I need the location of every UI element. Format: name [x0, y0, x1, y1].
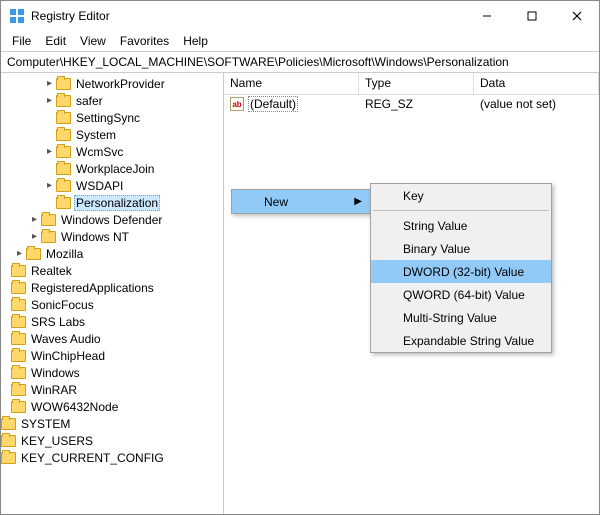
tree-node[interactable]: WinRAR: [1, 381, 223, 398]
menu-favorites[interactable]: Favorites: [113, 32, 176, 50]
tree-node[interactable]: WinChipHead: [1, 347, 223, 364]
tree-node[interactable]: ▸Windows NT: [1, 228, 223, 245]
context-menu: New ▶: [231, 189, 371, 214]
tree-node[interactable]: KEY_CURRENT_CONFIG: [1, 449, 223, 466]
folder-icon: [1, 435, 16, 447]
context-item-new[interactable]: New ▶: [232, 190, 370, 213]
tree-node[interactable]: WorkplaceJoin: [1, 160, 223, 177]
submenu-key[interactable]: Key: [371, 184, 551, 207]
folder-icon: [41, 214, 56, 226]
tree-node[interactable]: SRS Labs: [1, 313, 223, 330]
submenu-binary[interactable]: Binary Value: [371, 237, 551, 260]
value-data: (value not set): [474, 97, 599, 111]
submenu-qword[interactable]: QWORD (64-bit) Value: [371, 283, 551, 306]
chevron-right-icon[interactable]: ▸: [13, 248, 26, 259]
folder-icon: [11, 265, 26, 277]
address-text: Computer\HKEY_LOCAL_MACHINE\SOFTWARE\Pol…: [7, 55, 509, 69]
tree-node[interactable]: System: [1, 126, 223, 143]
tree-node-selected[interactable]: Personalization: [1, 194, 223, 211]
folder-icon: [11, 299, 26, 311]
tree-node[interactable]: ▸NetworkProvider: [1, 75, 223, 92]
context-label: New: [264, 195, 288, 209]
chevron-right-icon: ▶: [354, 196, 362, 207]
column-headers: Name Type Data: [224, 73, 599, 95]
folder-icon: [56, 197, 71, 209]
column-type[interactable]: Type: [359, 73, 474, 94]
folder-icon: [56, 112, 71, 124]
folder-icon: [11, 350, 26, 362]
menubar: File Edit View Favorites Help: [1, 31, 599, 51]
folder-icon: [1, 452, 16, 464]
window-title: Registry Editor: [31, 9, 110, 23]
value-type: REG_SZ: [359, 97, 474, 111]
titlebar: Registry Editor: [1, 1, 599, 31]
folder-icon: [11, 401, 26, 413]
folder-icon: [11, 367, 26, 379]
folder-icon: [11, 333, 26, 345]
folder-icon: [11, 316, 26, 328]
folder-icon: [56, 78, 71, 90]
submenu-multistring[interactable]: Multi-String Value: [371, 306, 551, 329]
submenu-expandstring[interactable]: Expandable String Value: [371, 329, 551, 352]
chevron-right-icon[interactable]: ▸: [43, 95, 56, 106]
tree-node[interactable]: ▸Mozilla: [1, 245, 223, 262]
tree-node[interactable]: RegisteredApplications: [1, 279, 223, 296]
tree-node[interactable]: SettingSync: [1, 109, 223, 126]
tree-node[interactable]: WOW6432Node: [1, 398, 223, 415]
tree-node[interactable]: KEY_USERS: [1, 432, 223, 449]
submenu-dword[interactable]: DWORD (32-bit) Value: [371, 260, 551, 283]
folder-icon: [56, 180, 71, 192]
maximize-button[interactable]: [509, 1, 554, 31]
chevron-right-icon[interactable]: ▸: [28, 214, 41, 225]
tree-node[interactable]: Realtek: [1, 262, 223, 279]
folder-icon: [1, 418, 16, 430]
folder-icon: [56, 163, 71, 175]
value-name: (Default): [248, 96, 298, 112]
submenu-string[interactable]: String Value: [371, 214, 551, 237]
tree-node[interactable]: Waves Audio: [1, 330, 223, 347]
tree-node[interactable]: ▸WSDAPI: [1, 177, 223, 194]
tree-view[interactable]: ▸NetworkProvider ▸safer SettingSync Syst…: [1, 73, 224, 514]
tree-node[interactable]: SYSTEM: [1, 415, 223, 432]
column-name[interactable]: Name: [224, 73, 359, 94]
folder-icon: [41, 231, 56, 243]
chevron-right-icon[interactable]: ▸: [43, 78, 56, 89]
separator: [373, 210, 549, 211]
close-button[interactable]: [554, 1, 599, 31]
value-row[interactable]: ab (Default) REG_SZ (value not set): [224, 95, 599, 113]
context-submenu: Key String Value Binary Value DWORD (32-…: [370, 183, 552, 353]
app-icon: [9, 8, 25, 24]
folder-icon: [26, 248, 41, 260]
tree-node[interactable]: Windows: [1, 364, 223, 381]
menu-help[interactable]: Help: [176, 32, 215, 50]
folder-icon: [56, 146, 71, 158]
string-value-icon: ab: [230, 97, 244, 111]
menu-view[interactable]: View: [73, 32, 113, 50]
folder-icon: [56, 129, 71, 141]
chevron-right-icon[interactable]: ▸: [28, 231, 41, 242]
address-bar[interactable]: Computer\HKEY_LOCAL_MACHINE\SOFTWARE\Pol…: [1, 51, 599, 73]
column-data[interactable]: Data: [474, 73, 599, 94]
menu-edit[interactable]: Edit: [38, 32, 73, 50]
tree-node[interactable]: ▸Windows Defender: [1, 211, 223, 228]
chevron-right-icon[interactable]: ▸: [43, 146, 56, 157]
minimize-button[interactable]: [464, 1, 509, 31]
folder-icon: [11, 282, 26, 294]
tree-node[interactable]: ▸safer: [1, 92, 223, 109]
tree-node[interactable]: SonicFocus: [1, 296, 223, 313]
tree-node[interactable]: ▸WcmSvc: [1, 143, 223, 160]
folder-icon: [11, 384, 26, 396]
chevron-right-icon[interactable]: ▸: [43, 180, 56, 191]
menu-file[interactable]: File: [5, 32, 38, 50]
folder-icon: [56, 95, 71, 107]
